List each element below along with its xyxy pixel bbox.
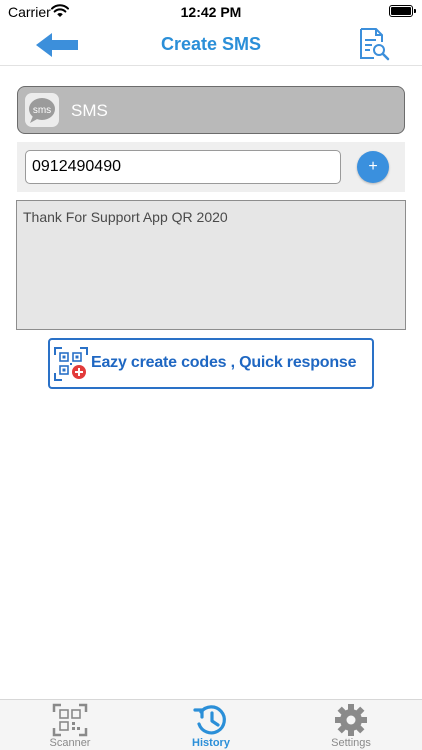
message-textarea[interactable]: Thank For Support App QR 2020 [16, 200, 406, 330]
search-document-button[interactable] [356, 26, 392, 62]
sms-type-card: sms SMS [17, 86, 405, 134]
tab-history-label: History [192, 737, 230, 749]
tab-scanner[interactable]: Scanner [20, 700, 120, 750]
phone-number-input[interactable] [25, 150, 341, 184]
sms-icon-text: sms [33, 105, 51, 116]
tab-scanner-label: Scanner [49, 737, 91, 749]
qr-code-add-icon [54, 347, 88, 381]
status-time: 12:42 PM [180, 4, 242, 20]
search-document-icon [360, 28, 390, 61]
battery-icon [389, 5, 416, 17]
promo-banner[interactable]: Eazy create codes , Quick response [48, 338, 374, 389]
sms-app-icon: sms [25, 93, 59, 127]
banner-text: Eazy create codes , Quick response [91, 354, 357, 371]
tab-bar: Scanner History Settings [0, 699, 422, 750]
status-bar: Carrier 12:42 PM [0, 0, 422, 24]
qr-scan-icon [52, 703, 88, 737]
tab-settings-label: Settings [331, 737, 371, 749]
nav-bar: Create SMS [0, 24, 422, 66]
phone-input-row: + [17, 142, 405, 192]
gear-icon [335, 704, 367, 736]
tab-settings[interactable]: Settings [301, 700, 401, 750]
add-contact-button[interactable]: + [357, 151, 389, 183]
history-icon [193, 705, 226, 735]
tab-history[interactable]: History [161, 700, 261, 750]
sms-card-label: SMS [71, 101, 108, 120]
